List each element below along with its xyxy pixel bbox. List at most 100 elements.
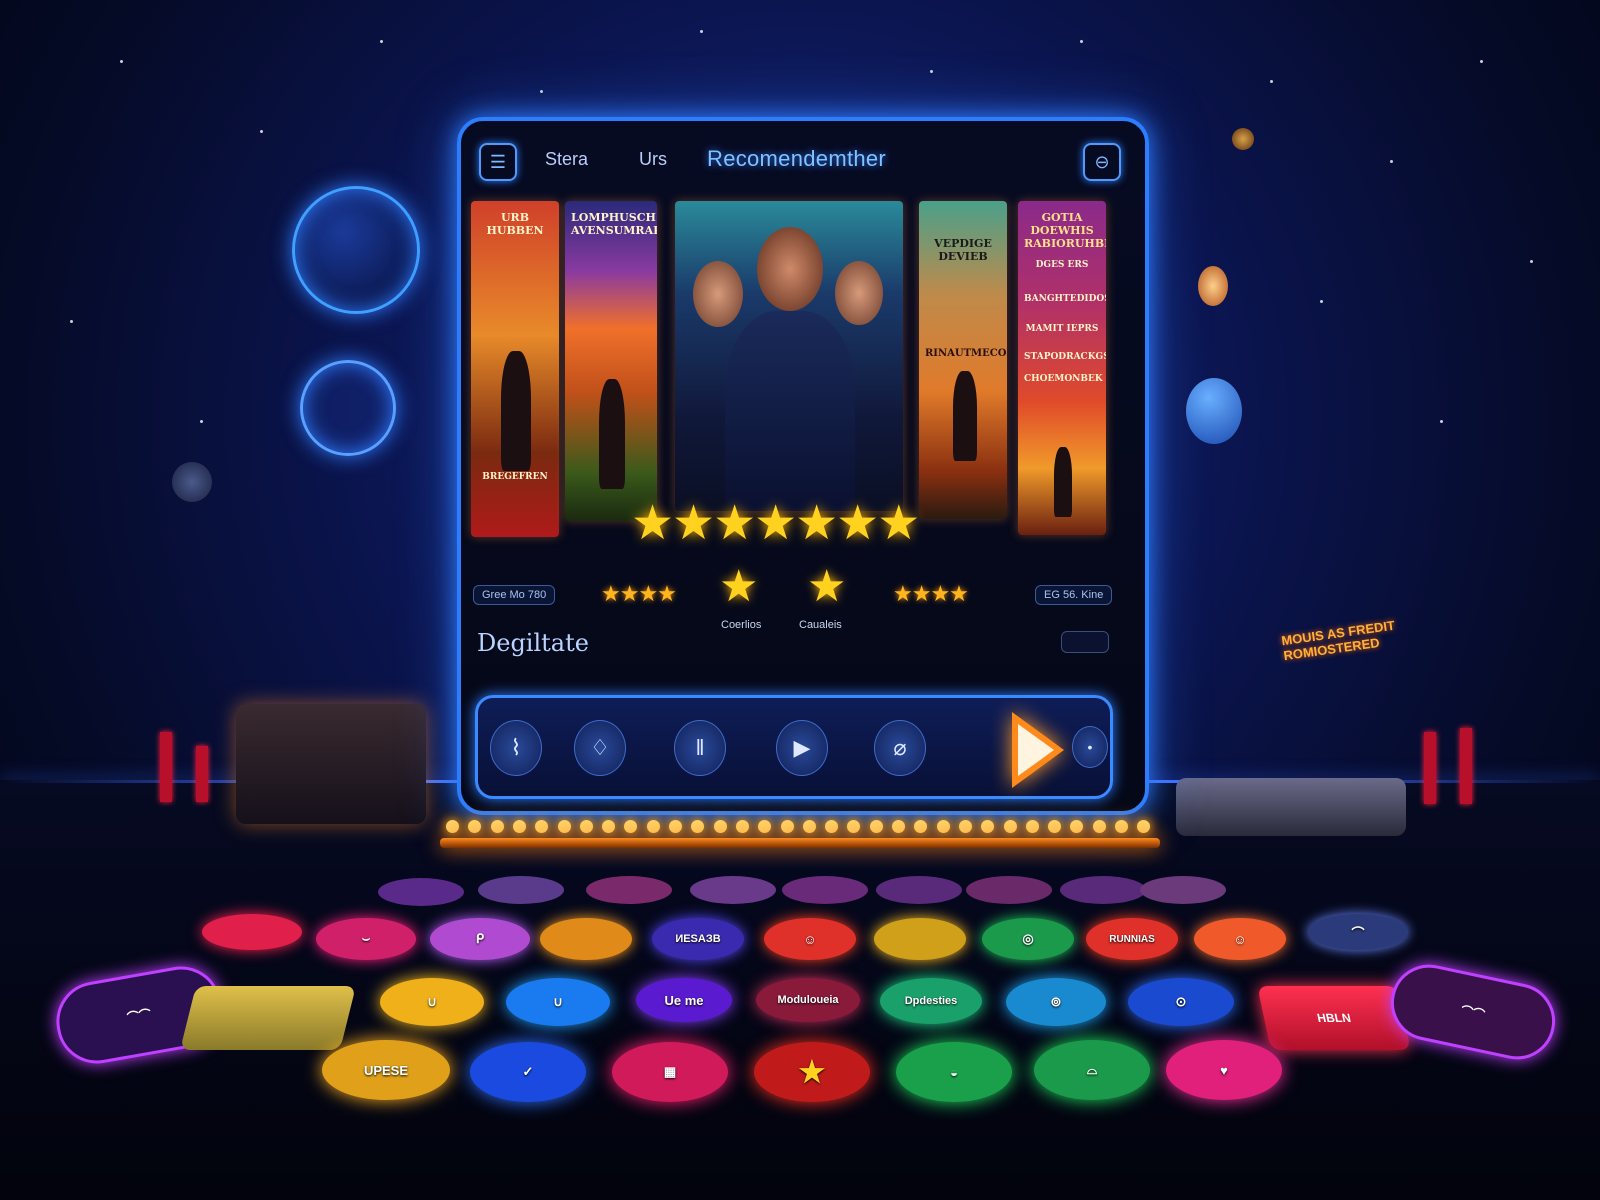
disc-button[interactable] [1060,876,1146,904]
marquee-bulb [512,820,526,833]
marquee-bulb [892,820,905,833]
poster-line: CHOEMONBEK [1024,374,1103,384]
poster-figure [725,311,855,511]
poster-face [835,261,883,325]
billboard-text: MOUIS AS FREDIT ROMIOSTERED [1280,617,1396,664]
poster-line: DGES ERS [1035,260,1089,270]
marquee-bulb [713,820,727,833]
right-rating-stars: ★★★★ [893,581,969,606]
glass-orb-decoration [300,360,396,456]
disc-button[interactable] [540,918,632,960]
marquee-bulb [468,820,482,833]
left-info-chip[interactable]: Gree Mo 780 [473,585,556,605]
jeep-decoration [236,704,426,824]
toggle-pill[interactable] [1061,631,1109,653]
bird-decoration [1186,378,1242,444]
play-icon[interactable]: ▶ [776,720,828,776]
disc-button[interactable] [378,878,464,906]
poster-title: VEPDIGE DEVIEB [934,237,992,263]
poster-figure [501,351,531,471]
disc-button[interactable]: ✓ [470,1042,586,1102]
marquee-bulb [825,820,839,833]
poster-card[interactable]: GOTIA DOEWHIS RABIORUHBBIHS DGES ERS BAN… [1018,201,1106,535]
disc-button[interactable]: RUNNIAS [1086,918,1178,960]
profile-icon[interactable]: ⊖ [1083,143,1121,181]
disc-button[interactable]: ◒ [896,1042,1012,1102]
coin-decoration [1232,128,1254,150]
disc-button[interactable] [966,876,1052,904]
disc-button[interactable] [874,918,966,960]
marquee-bulb [602,820,616,833]
disc-card-right[interactable]: HBLN [1257,986,1411,1050]
section-title: Degiltate [477,629,589,657]
disc-button[interactable]: ☺ [1194,918,1286,960]
disc-button[interactable]: ★ [754,1042,870,1102]
menu-icon[interactable]: ☰ [479,143,517,181]
marquee-bulb [981,820,995,833]
disc-button[interactable]: ◎ [982,918,1074,960]
disc-button[interactable]: ⌓ [1034,1040,1150,1100]
poster-card[interactable]: LOMPHUSCH AVENSUMRAPION [565,201,657,521]
disc-button[interactable] [586,876,672,904]
disc-button[interactable]: ▦ [612,1042,728,1102]
marquee-bulb [780,820,794,833]
marquee-bulb [914,820,928,833]
disc-button[interactable]: ⊚ [1006,978,1106,1026]
poster-footer: BREGEFREN [482,472,548,482]
poster-line: STAPODRACKGS [1024,352,1106,362]
disc-button[interactable]: Moduloueia [756,978,860,1022]
disc-button[interactable]: ⌒ [1308,914,1408,950]
poster-face [693,261,743,327]
left-rating-stars: ★★★★ [601,581,677,606]
marquee-bulb [1070,820,1084,833]
disc-button[interactable]: Dpdesties [880,978,982,1024]
poster-card[interactable]: URB HUBBEN BREGEFREN [471,201,559,537]
disc-button[interactable]: ∪ [506,978,610,1026]
disc-button[interactable]: ♥ [1166,1040,1282,1100]
marquee-bulb [446,820,459,833]
poster-figure [953,371,977,461]
poster-title: LOMPHUSCH AVENSUMRAPION [571,211,657,237]
star-icon[interactable]: ★ [807,561,846,612]
fence-post [1424,732,1436,804]
bookmark-icon[interactable]: ⌇ [490,720,542,776]
poster-face [757,227,823,311]
disc-button[interactable] [478,876,564,904]
star-icon[interactable]: ★ [719,561,758,612]
poster-card-featured[interactable] [675,201,903,511]
tab-urs[interactable]: Urs [639,149,667,170]
disc-button[interactable] [202,914,302,950]
disc-button[interactable] [782,876,868,904]
disc-button[interactable]: ∪ [380,978,484,1026]
rating-stars-main[interactable]: ★★★★★★★ [631,495,920,551]
right-info-chip[interactable]: EG 56. Kine [1035,585,1113,605]
poster-title: GOTIA DOEWHIS RABIORUHBBIHS [1024,211,1106,250]
poster-footer: RINAUTMECON [925,348,1007,359]
tab-stera[interactable]: Stera [545,149,588,170]
disc-button[interactable] [690,876,776,904]
drop-icon[interactable]: ♢ [574,720,626,776]
microphone-icon[interactable]: ⌀ [874,720,926,776]
disc-button[interactable] [876,876,962,904]
marquee-bulb [802,820,816,833]
disc-button[interactable]: ИESAЗB [652,918,744,960]
marquee-bulb [936,820,950,833]
pause-icon[interactable]: ‖ [674,720,726,776]
dot-icon[interactable]: • [1072,726,1108,768]
marquee-bulb [1092,820,1106,833]
disc-button[interactable]: UPESE [322,1040,450,1100]
marquee-bulb [847,820,861,833]
disc-button[interactable] [1140,876,1226,904]
marquee-bulb [1048,820,1062,833]
disc-button[interactable]: ᑭ [430,918,530,960]
poster-card[interactable]: VEPDIGE DEVIEB RINAUTMECON [919,201,1007,519]
disc-button[interactable]: ☺ [764,918,856,960]
marquee-bulb [646,820,660,833]
blank-card[interactable] [180,986,356,1050]
disc-button[interactable]: ⊙ [1128,978,1234,1026]
poster-line: BANGHTEDIDOS [1024,294,1106,304]
car-decoration [1176,778,1406,836]
tab-recommender[interactable]: Recomendemther [707,146,886,172]
disc-button[interactable]: ⌣ [316,918,416,960]
disc-button[interactable]: Ue me [636,978,732,1022]
